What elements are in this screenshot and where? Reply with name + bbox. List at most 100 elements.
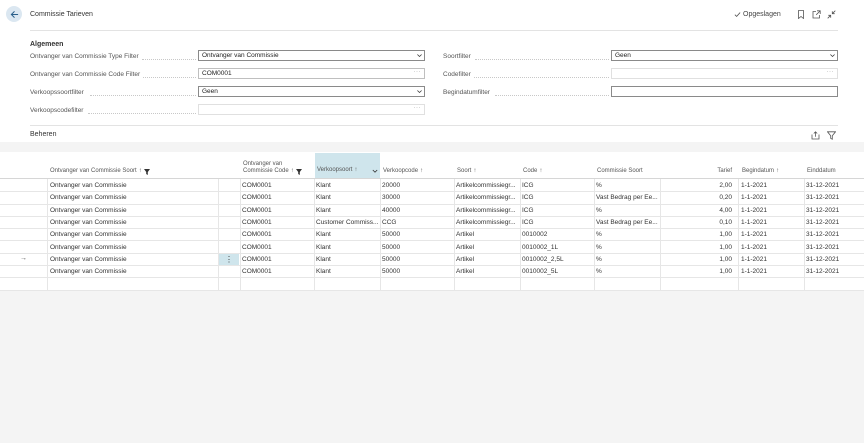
cell-soort[interactable]: Artikel: [456, 231, 518, 238]
col-header-einddatum[interactable]: Einddatum: [807, 168, 836, 175]
cell-verkoopsoort[interactable]: Klant: [316, 231, 379, 238]
table-row[interactable]: Ontvanger van Commissie COM0001 Klant 20000…: [0, 180, 864, 193]
cell-soort[interactable]: Artikelcommissiegr...: [456, 182, 518, 189]
cell-ontvanger-soort[interactable]: Ontvanger van Commissie: [50, 256, 216, 263]
cell-code[interactable]: 0010002_1L: [522, 244, 592, 251]
verkoopscode-filter-input[interactable]: ···: [198, 104, 425, 115]
cell-tarief[interactable]: 0,10: [662, 219, 732, 226]
cell-code[interactable]: ICG: [522, 182, 592, 189]
cell-einddatum[interactable]: 31-12-2021: [806, 256, 862, 263]
cell-ontvanger-soort[interactable]: Ontvanger van Commissie: [50, 207, 216, 214]
cell-soort[interactable]: Artikelcommissiegr...: [456, 219, 518, 226]
col-header-begindatum[interactable]: Begindatum ↑: [742, 168, 779, 175]
cell-verkoopcode[interactable]: 30000: [382, 194, 452, 201]
table-row[interactable]: Ontvanger van Commissie COM0001 Klant 30000…: [0, 192, 864, 205]
verkoopssoort-filter-select[interactable]: Geen: [198, 86, 425, 97]
cell-ontvanger-code[interactable]: COM0001: [242, 244, 312, 251]
cell-ontvanger-soort[interactable]: Ontvanger van Commissie: [50, 194, 216, 201]
cell-begindatum[interactable]: 1-1-2021: [741, 182, 803, 189]
cell-begindatum[interactable]: 1-1-2021: [741, 256, 803, 263]
col-header-soort[interactable]: Soort ↑: [457, 168, 476, 175]
cell-einddatum[interactable]: 31-12-2021: [806, 207, 862, 214]
cell-einddatum[interactable]: 31-12-2021: [806, 182, 862, 189]
cell-tarief[interactable]: 4,00: [662, 207, 732, 214]
lookup-ellipsis-icon[interactable]: ···: [827, 68, 835, 77]
col-header-verkoopsoort[interactable]: Verkoopsoort ↑: [315, 153, 380, 178]
cell-begindatum[interactable]: 1-1-2021: [741, 231, 803, 238]
cell-ontvanger-soort[interactable]: Ontvanger van Commissie: [50, 244, 216, 251]
cell-ontvanger-soort[interactable]: Ontvanger van Commissie: [50, 268, 216, 275]
cell-code[interactable]: ICG: [522, 194, 592, 201]
cell-ontvanger-code[interactable]: COM0001: [242, 256, 312, 263]
table-row[interactable]: Ontvanger van Commissie COM0001 Customer C…: [0, 217, 864, 230]
cell-einddatum[interactable]: 31-12-2021: [806, 219, 862, 226]
cell-begindatum[interactable]: 1-1-2021: [741, 244, 803, 251]
code-field-filter-input[interactable]: ···: [611, 68, 838, 79]
cell-einddatum[interactable]: 31-12-2021: [806, 244, 862, 251]
cell-ontvanger-code[interactable]: COM0001: [242, 182, 312, 189]
table-row[interactable]: Ontvanger van Commissie COM0001 Klant 50000…: [0, 229, 864, 242]
cell-verkoopsoort[interactable]: Klant: [316, 182, 379, 189]
cell-verkoopcode[interactable]: 40000: [382, 207, 452, 214]
begindatum-filter-input[interactable]: [611, 86, 838, 97]
type-filter-select[interactable]: Ontvanger van Commissie: [198, 50, 425, 61]
table-row[interactable]: Ontvanger van Commissie COM0001 Klant 40000…: [0, 205, 864, 217]
cell-commissie-soort[interactable]: %: [596, 244, 658, 251]
cell-ontvanger-code[interactable]: COM0001: [242, 219, 312, 226]
cell-soort[interactable]: Artikel: [456, 268, 518, 275]
cell-soort[interactable]: Artikel: [456, 244, 518, 251]
cell-commissie-soort[interactable]: %: [596, 182, 658, 189]
cell-verkoopsoort[interactable]: Klant: [316, 256, 379, 263]
cell-commissie-soort[interactable]: Vast Bedrag per Ee...: [596, 194, 658, 201]
collapse-button[interactable]: [826, 9, 836, 19]
col-header-tarief[interactable]: Tarief: [700, 168, 732, 175]
cell-verkoopcode[interactable]: 50000: [382, 268, 452, 275]
cell-code[interactable]: ICG: [522, 207, 592, 214]
cell-ontvanger-code[interactable]: COM0001: [242, 194, 312, 201]
col-header-verkoopcode[interactable]: Verkoopcode ↑: [383, 168, 423, 175]
col-header-ontvanger-code[interactable]: Ontvanger van Commissie Code ↑: [243, 161, 302, 175]
table-row[interactable]: Ontvanger van Commissie COM0001 Klant 50000…: [0, 266, 864, 279]
cell-verkoopsoort[interactable]: Klant: [316, 268, 379, 275]
cell-tarief[interactable]: 1,00: [662, 231, 732, 238]
cell-tarief[interactable]: 1,00: [662, 256, 732, 263]
col-header-ontvanger-soort[interactable]: Ontvanger van Commissie Soort ↑: [50, 168, 150, 175]
cell-ontvanger-code[interactable]: COM0001: [242, 231, 312, 238]
code-filter-input[interactable]: COM0001 ···: [198, 68, 425, 79]
cell-begindatum[interactable]: 1-1-2021: [741, 268, 803, 275]
cell-verkoopcode[interactable]: 50000: [382, 244, 452, 251]
cell-code[interactable]: 0010002: [522, 231, 592, 238]
cell-verkoopsoort[interactable]: Klant: [316, 244, 379, 251]
cell-code[interactable]: 0010002_5L: [522, 268, 592, 275]
cell-tarief[interactable]: 0,20: [662, 194, 732, 201]
row-menu-button[interactable]: ⋮: [219, 253, 239, 265]
cell-verkoopsoort[interactable]: Klant: [316, 194, 379, 201]
cell-commissie-soort[interactable]: %: [596, 256, 658, 263]
cell-ontvanger-code[interactable]: COM0001: [242, 268, 312, 275]
empty-new-row[interactable]: [0, 278, 864, 291]
soort-filter-select[interactable]: Geen: [611, 50, 838, 61]
cell-commissie-soort[interactable]: %: [596, 231, 658, 238]
cell-commissie-soort[interactable]: Vast Bedrag per Ee...: [596, 219, 658, 226]
cell-begindatum[interactable]: 1-1-2021: [741, 219, 803, 226]
cell-tarief[interactable]: 1,00: [662, 268, 732, 275]
cell-begindatum[interactable]: 1-1-2021: [741, 194, 803, 201]
col-header-commissie-soort[interactable]: Commissie Soort: [597, 168, 643, 175]
table-row[interactable]: → ⋮ Ontvanger van Commissie COM0001 Klant 500…: [0, 253, 864, 267]
lookup-ellipsis-icon[interactable]: ···: [414, 68, 422, 77]
cell-ontvanger-soort[interactable]: Ontvanger van Commissie: [50, 182, 216, 189]
table-row[interactable]: Ontvanger van Commissie COM0001 Klant 50000…: [0, 242, 864, 254]
back-button[interactable]: [6, 6, 22, 22]
cell-tarief[interactable]: 2,00: [662, 182, 732, 189]
cell-code[interactable]: 0010002_2,5L: [522, 256, 592, 263]
cell-code[interactable]: ICG: [522, 219, 592, 226]
open-new-window-button[interactable]: [811, 9, 821, 19]
cell-verkoopcode[interactable]: 20000: [382, 182, 452, 189]
cell-soort[interactable]: Artikel: [456, 256, 518, 263]
col-header-code[interactable]: Code ↑: [523, 168, 542, 175]
cell-begindatum[interactable]: 1-1-2021: [741, 207, 803, 214]
cell-soort[interactable]: Artikelcommissiegr...: [456, 207, 518, 214]
cell-verkoopsoort[interactable]: Customer Commiss...: [316, 219, 379, 226]
bookmark-button[interactable]: [796, 9, 806, 19]
cell-einddatum[interactable]: 31-12-2021: [806, 194, 862, 201]
